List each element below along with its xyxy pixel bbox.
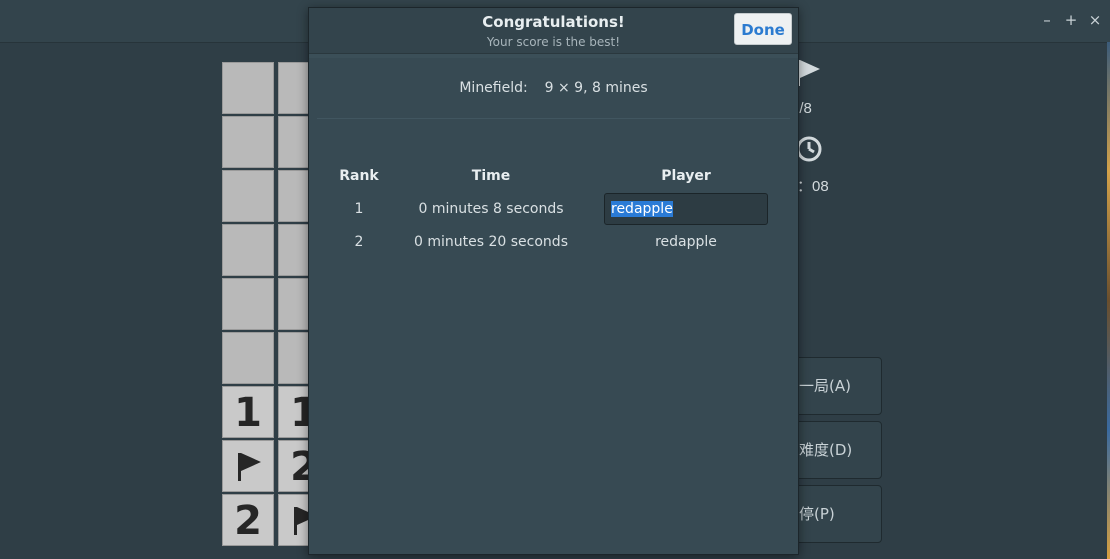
mine-cell[interactable] (278, 170, 312, 222)
elapsed-time: ：08 (797, 178, 829, 195)
minefield-info: Minefield: 9 × 9, 8 mines (309, 80, 798, 96)
mine-cell[interactable] (222, 116, 274, 168)
done-button[interactable]: Done (734, 13, 792, 45)
row-2-rank: 2 (354, 234, 364, 250)
app-window: – + × 1 2 1 2 8/8 ：08 一局(A) 难度(D) 停(P) C… (0, 0, 1110, 559)
mine-cell-number[interactable]: 2 (278, 440, 312, 492)
row-2-player: redapple (655, 234, 717, 250)
header-player: Player (661, 168, 711, 184)
minefield-label: Minefield: (459, 80, 528, 96)
minimize-button[interactable]: – (1040, 10, 1054, 30)
mine-cell[interactable] (278, 62, 312, 114)
row-1-rank: 1 (354, 201, 364, 217)
minefield-board: 1 2 1 2 (222, 62, 312, 546)
header-time: Time (471, 168, 511, 184)
player-name-input[interactable]: redapple (604, 193, 768, 225)
mine-cell[interactable] (278, 116, 312, 168)
mine-cell[interactable] (222, 224, 274, 276)
mine-cell[interactable] (222, 170, 274, 222)
mine-cell[interactable] (222, 62, 274, 114)
mine-cell[interactable] (278, 224, 312, 276)
close-button[interactable]: × (1088, 10, 1102, 30)
minefield-value: 9 × 9, 8 mines (544, 80, 648, 96)
header-rank: Rank (339, 168, 379, 184)
window-controls: – + × (1040, 10, 1102, 30)
maximize-button[interactable]: + (1064, 10, 1078, 30)
row-1-time: 0 minutes 8 seconds (418, 201, 564, 217)
mine-cell[interactable] (222, 278, 274, 330)
mine-cell-flagged[interactable] (278, 494, 312, 546)
mine-cell[interactable] (278, 278, 312, 330)
scores-dialog: Congratulations! Your score is the best!… (308, 7, 799, 555)
mine-cell-number[interactable]: 2 (222, 494, 274, 546)
flag-icon (238, 453, 261, 481)
header-separator (309, 54, 798, 58)
mine-cell[interactable] (278, 332, 312, 384)
dialog-subtitle: Your score is the best! (486, 35, 621, 49)
mine-cell-flagged[interactable] (222, 440, 274, 492)
player-name-selected-text: redapple (611, 201, 673, 217)
dialog-header: Congratulations! Your score is the best!… (309, 8, 798, 54)
mine-cell[interactable] (222, 332, 274, 384)
mine-cell-number[interactable]: 1 (222, 386, 274, 438)
clock-icon (796, 136, 822, 162)
section-divider (317, 118, 790, 119)
flag-counter-icon (798, 60, 820, 86)
mine-cell-number[interactable]: 1 (278, 386, 312, 438)
row-2-time: 0 minutes 20 seconds (414, 234, 568, 250)
dialog-title: Congratulations! (482, 13, 625, 31)
